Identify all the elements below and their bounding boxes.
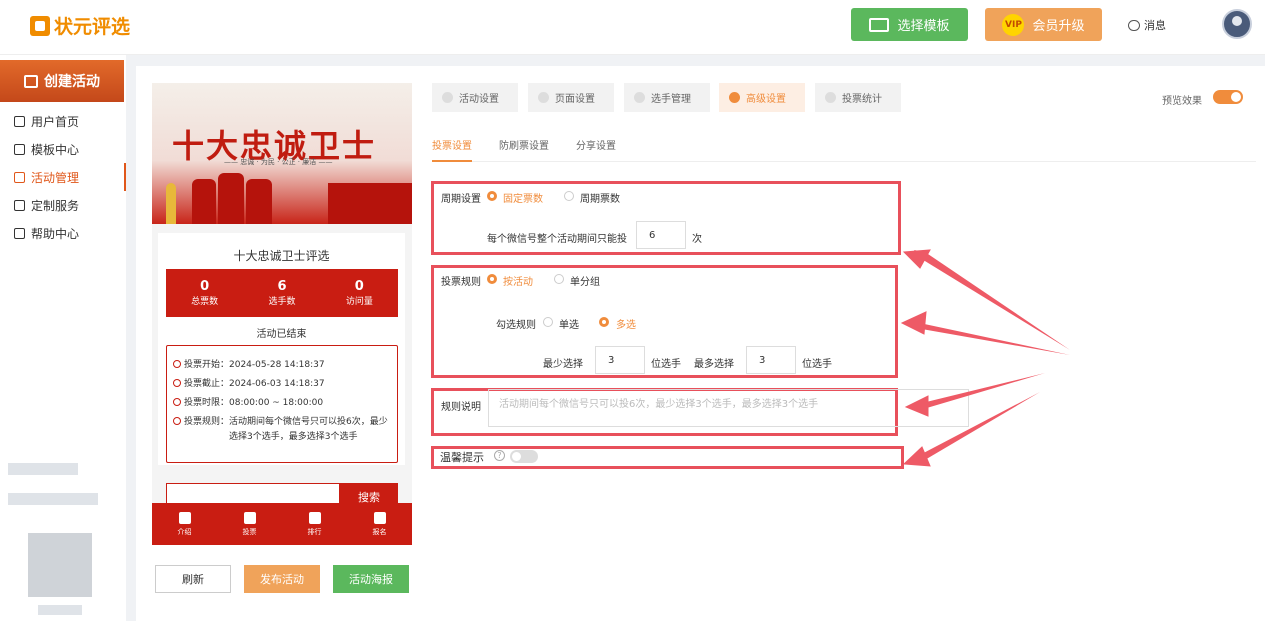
annotation-arrows bbox=[900, 249, 1070, 467]
arrow-head-rule bbox=[900, 311, 927, 335]
arrow-description bbox=[918, 373, 1045, 410]
arrow-head-description bbox=[904, 395, 929, 417]
arrow-rule bbox=[915, 322, 1070, 355]
arrow-cycle bbox=[914, 250, 1070, 350]
arrow-head-tip bbox=[902, 446, 931, 467]
